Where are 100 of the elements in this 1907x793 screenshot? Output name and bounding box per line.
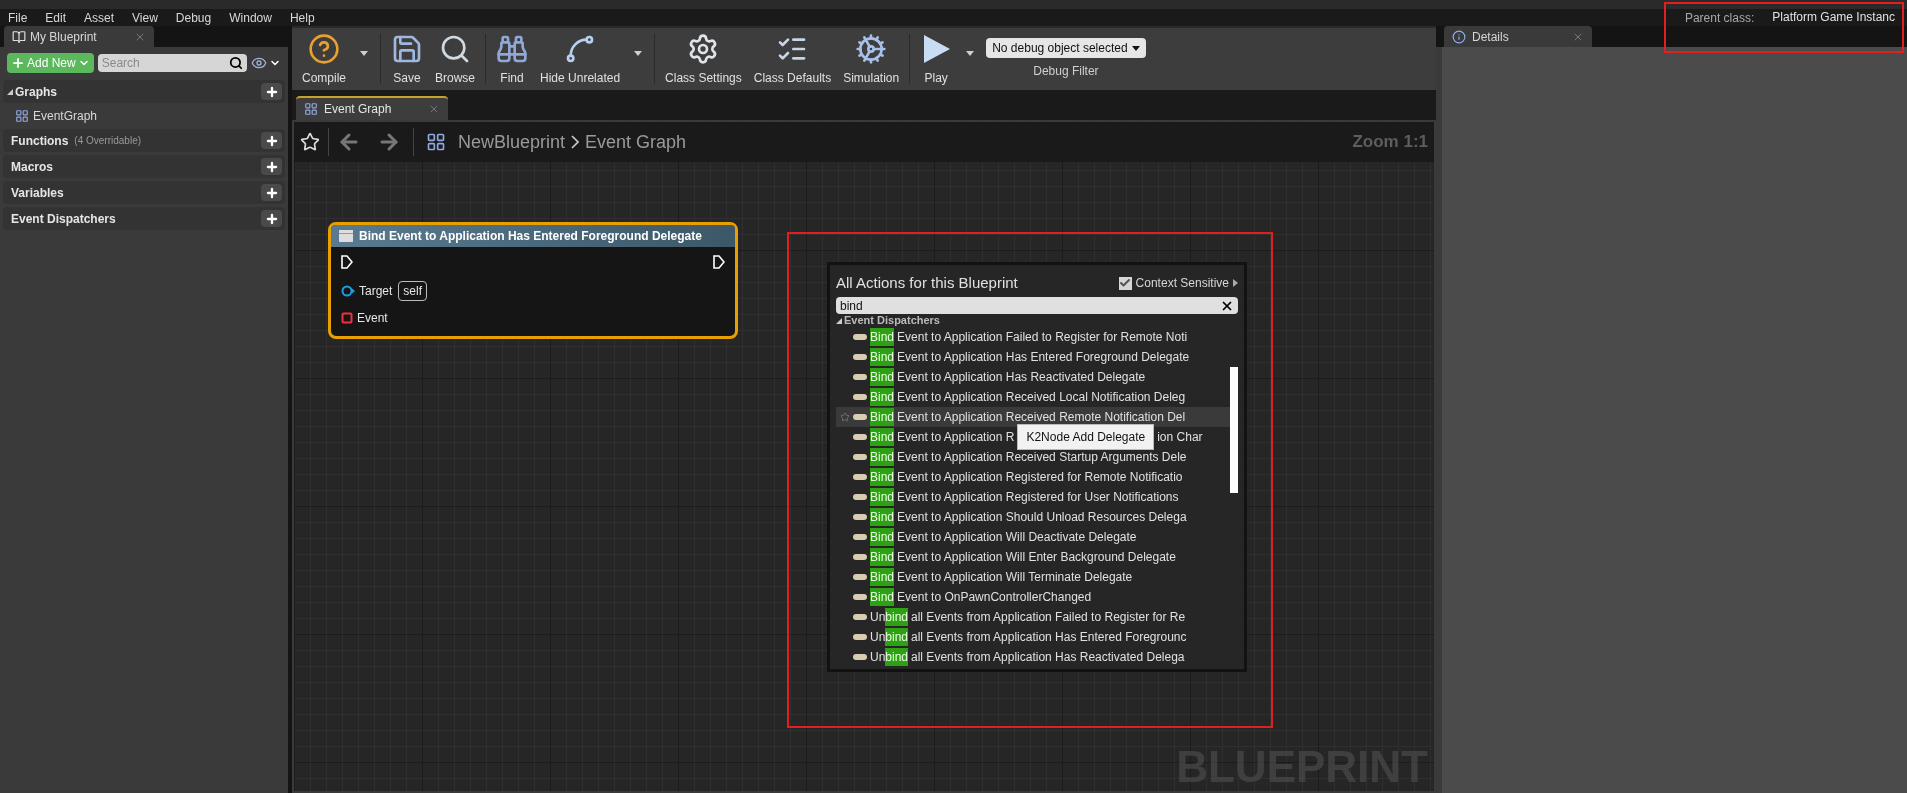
- object-pin-icon[interactable]: [341, 285, 355, 297]
- action-row[interactable]: Bind Event to Application Registered for User Notifications: [836, 487, 1230, 507]
- category-header[interactable]: Graphs: [3, 80, 285, 103]
- delegate-icon: [853, 654, 867, 660]
- delegate-icon: [853, 354, 867, 360]
- action-row[interactable]: Bind Event to Application Registered for Remote Notificatio: [836, 467, 1230, 487]
- add-icon-button[interactable]: [261, 83, 282, 100]
- pin-default-value[interactable]: self: [398, 281, 428, 301]
- search-icon: [439, 33, 471, 65]
- caret-icon[interactable]: [966, 50, 975, 56]
- scrollbar-thumb[interactable]: [1230, 367, 1238, 493]
- eye-icon: [251, 55, 267, 71]
- category-note: (4 Overridable): [74, 134, 142, 148]
- action-row[interactable]: Unbind all Events from Application Has Entered Foregrounc: [836, 627, 1230, 647]
- category-header[interactable]: Functions (4 Overridable): [3, 129, 285, 152]
- parent-class-label: Parent class:: [1684, 9, 1755, 27]
- toolbar-button[interactable]: Save: [385, 31, 429, 87]
- action-row[interactable]: Bind Event to Application Received Local Notification Deleg: [836, 387, 1230, 407]
- menu-item[interactable]: File: [8, 8, 28, 27]
- blueprint-node[interactable]: Bind Event to Application Has Entered Foreground Delegate Target self Event: [328, 222, 738, 339]
- menu-title: All Actions for this Blueprint: [836, 272, 1018, 293]
- toolbar-button[interactable]: Hide Unrelated: [534, 31, 627, 87]
- menu-item[interactable]: Asset: [84, 8, 115, 27]
- delegate-pin-icon[interactable]: [341, 312, 353, 324]
- panel-tab[interactable]: Details: [1444, 26, 1592, 47]
- search-icon[interactable]: [229, 54, 247, 72]
- toolbar-button[interactable]: Play: [914, 31, 959, 87]
- toolbar-button[interactable]: Class Settings: [659, 31, 748, 87]
- add-icon-button[interactable]: [261, 184, 282, 201]
- search-field[interactable]: Search: [97, 54, 229, 72]
- close-icon[interactable]: [428, 103, 440, 115]
- breadcrumb-item[interactable]: Event Graph: [585, 128, 687, 156]
- category-title: Graphs: [15, 83, 57, 101]
- menu-item[interactable]: Window: [229, 8, 272, 27]
- delegate-icon: [853, 494, 867, 500]
- breadcrumb-item[interactable]: NewBlueprint: [458, 128, 566, 156]
- favorite-star-icon[interactable]: [840, 412, 850, 422]
- debug-filter-label: Debug Filter: [1033, 63, 1099, 80]
- menu-item[interactable]: Help: [289, 8, 315, 27]
- action-row[interactable]: Unbind all Events from Application Failed to Register for Re: [836, 607, 1230, 627]
- gear-play-icon: [855, 33, 888, 65]
- menu-item[interactable]: View: [132, 8, 158, 27]
- pin-label: Event: [357, 310, 388, 327]
- action-row[interactable]: Bind Event to Application R K2Node Add Delegate ion Char: [836, 427, 1230, 447]
- action-row[interactable]: Bind Event to Application Has Reactivated Delegate: [836, 367, 1230, 387]
- action-row[interactable]: Bind Event to Application Failed to Register for Remote Noti: [836, 327, 1230, 347]
- add-icon-button[interactable]: [261, 132, 282, 149]
- action-row[interactable]: Bind Event to Application Received Remote Notification Del: [836, 407, 1230, 427]
- action-row[interactable]: Bind Event to Application Will Deactivate Delegate: [836, 527, 1230, 547]
- action-row[interactable]: Bind Event to Application Will Terminate Delegate: [836, 567, 1230, 587]
- add-icon-button[interactable]: [261, 158, 282, 175]
- action-row[interactable]: Unbind all Events from Application Has Reactivated Delega: [836, 647, 1230, 667]
- node-title: Bind Event to Application Has Entered Foreground Delegate: [359, 228, 702, 245]
- toolbar-button[interactable]: Simulation: [837, 31, 906, 87]
- toolbar-button[interactable]: Browse: [429, 31, 482, 87]
- toolbar-button[interactable]: Find: [490, 31, 535, 87]
- category-header[interactable]: Macros: [3, 155, 285, 178]
- action-row[interactable]: Bind Event to Application Has Entered Foreground Delegate: [836, 347, 1230, 367]
- action-row[interactable]: Bind Event to OnPawnControllerChanged: [836, 587, 1230, 607]
- exec-input-pin-icon[interactable]: [341, 255, 353, 269]
- category-title: Functions: [10, 132, 69, 150]
- category-title: Macros: [10, 158, 54, 176]
- toolbar-button[interactable]: Compile: [296, 31, 352, 87]
- caret-icon[interactable]: [360, 50, 368, 56]
- view-options-button[interactable]: [251, 55, 281, 71]
- graph-item[interactable]: EventGraph: [3, 106, 285, 126]
- info-icon: [1452, 29, 1466, 44]
- checkbox-label: Context Sensitive: [1135, 275, 1229, 292]
- context-sensitive-checkbox[interactable]: [1118, 276, 1132, 290]
- delegate-icon: [853, 454, 867, 460]
- submenu-arrow-icon: [1233, 279, 1238, 287]
- chevron-icon: [571, 135, 580, 149]
- tooltip: K2Node Add Delegate: [1017, 424, 1155, 450]
- delegate-icon: [853, 374, 867, 380]
- panel-tab[interactable]: My Blueprint: [4, 26, 154, 47]
- exec-output-pin-icon[interactable]: [713, 255, 725, 269]
- delegate-icon: [853, 574, 867, 580]
- search-field[interactable]: bind: [836, 297, 1220, 314]
- menu-item[interactable]: Debug: [175, 8, 212, 27]
- zoom-level: Zoom 1:1: [1352, 131, 1428, 154]
- action-row[interactable]: Bind Event to Application Should Unload Resources Delega: [836, 507, 1230, 527]
- category-header[interactable]: Event Dispatchers: [3, 207, 285, 230]
- add-icon-button[interactable]: [261, 210, 282, 227]
- caret-icon[interactable]: [634, 50, 643, 56]
- action-row[interactable]: Bind Event to Application Will Enter Background Delegate: [836, 547, 1230, 567]
- graph-tab[interactable]: Event Graph: [296, 96, 448, 120]
- toolbar-button[interactable]: Class Defaults: [747, 31, 838, 87]
- menu-item[interactable]: Edit: [45, 8, 67, 27]
- save-icon: [391, 33, 423, 65]
- delegate-icon: [853, 414, 867, 420]
- action-row[interactable]: Bind Event to Application Received Startup Arguments Dele: [836, 447, 1230, 467]
- delegate-icon: [853, 554, 867, 560]
- delegate-icon: [853, 594, 867, 600]
- pin-label: Target: [359, 283, 393, 300]
- plus-icon: [11, 56, 25, 70]
- debug-object-dropdown[interactable]: No debug object selected: [986, 38, 1146, 58]
- clear-icon[interactable]: [1220, 297, 1238, 314]
- book-icon: [12, 29, 26, 44]
- delegate-icon: [853, 614, 867, 620]
- category-header[interactable]: Variables: [3, 181, 285, 204]
